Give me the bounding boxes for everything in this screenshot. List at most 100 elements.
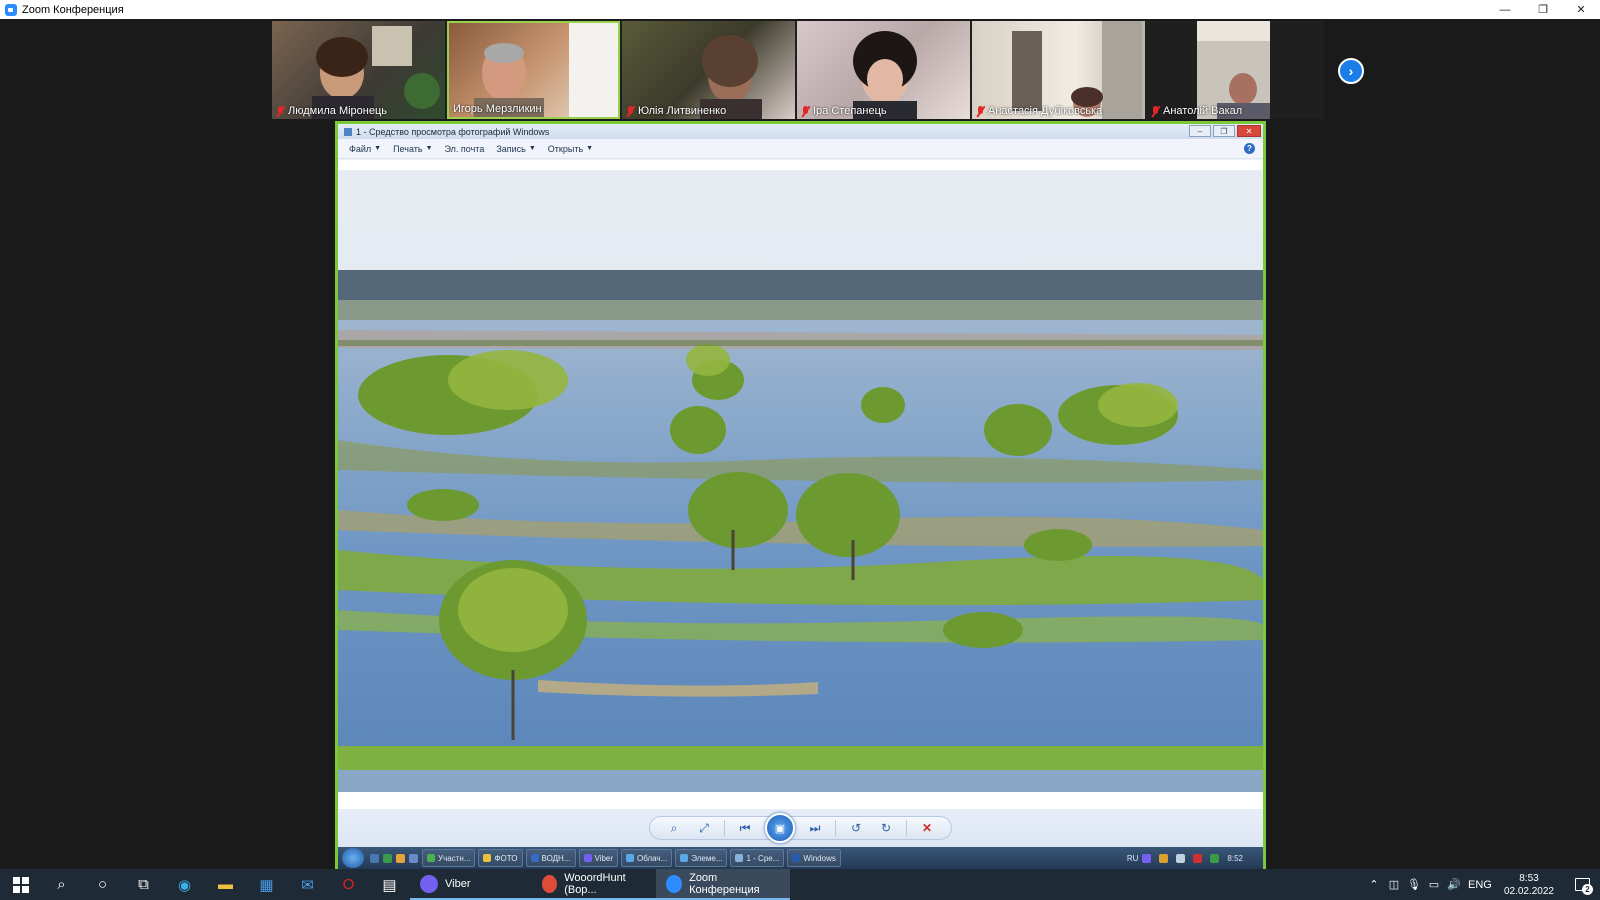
folder-icon bbox=[483, 854, 492, 862]
restore-button[interactable]: ❐ bbox=[1524, 0, 1562, 19]
participant-tile[interactable]: Анатолій Вакал bbox=[1147, 21, 1320, 119]
chevron-up-icon[interactable]: ⌃ bbox=[1364, 878, 1384, 891]
minimize-button[interactable]: — bbox=[1486, 0, 1524, 19]
edge-button[interactable]: ◉ bbox=[164, 869, 205, 900]
quicklaunch-icon[interactable] bbox=[396, 853, 405, 863]
document-icon bbox=[530, 854, 539, 862]
language-indicator[interactable]: ENG bbox=[1464, 879, 1496, 891]
window-controls: — ❐ ✕ bbox=[1486, 0, 1600, 19]
mic-muted-icon bbox=[1151, 105, 1160, 117]
photo-viewer-menu: Файл ▼ Печать ▼ Эл. почта Запись ▼ Открыть ▼… bbox=[338, 139, 1263, 159]
chrome-icon bbox=[542, 874, 558, 893]
shared-taskbar: Участн... ФОТО ВОДН... Viber Облач... Эл… bbox=[338, 847, 1263, 869]
participant-tile[interactable]: Анастасія Дубіковська bbox=[972, 21, 1145, 119]
network-tray-icon[interactable] bbox=[1210, 853, 1220, 863]
viewer-restore-button[interactable]: ❐ bbox=[1213, 125, 1235, 137]
notifications-button[interactable]: 2 bbox=[1564, 869, 1600, 900]
participant-tile[interactable]: Юлія Литвиненко bbox=[622, 21, 795, 119]
file-explorer-button[interactable]: ▬ bbox=[205, 869, 246, 900]
zoom-button[interactable]: ⌕ bbox=[664, 818, 684, 838]
shared-tray: RU 8:52 bbox=[1127, 853, 1263, 863]
fit-window-icon: ⤢ bbox=[699, 820, 709, 835]
shared-task[interactable]: 1 - Сре... bbox=[730, 849, 785, 867]
shared-clock[interactable]: 8:52 bbox=[1227, 854, 1243, 863]
shared-task[interactable]: Viber bbox=[578, 849, 619, 867]
participant-name: Игорь Мерзликин bbox=[453, 103, 542, 115]
microphone-icon[interactable]: 🎙 bbox=[1404, 878, 1424, 891]
system-tray: ⌃ ◫ 🎙 ▭ 🔊 ENG 8:53 02.02.2022 2 bbox=[1364, 869, 1600, 900]
quicklaunch-icon[interactable] bbox=[370, 853, 379, 863]
photo-viewer-controls: ⌕ ⤢ ⏮ ▣ ⏭ ↺ ↻ ✕ bbox=[338, 809, 1263, 847]
menu-email[interactable]: Эл. почта bbox=[440, 142, 490, 156]
start-button[interactable] bbox=[0, 869, 41, 900]
mic-muted-icon bbox=[626, 105, 635, 117]
shared-task-label: Участн... bbox=[438, 853, 471, 863]
mic-muted-icon bbox=[976, 105, 985, 117]
mail-icon: ✉ bbox=[301, 876, 314, 894]
flag-tray-icon[interactable] bbox=[1193, 853, 1203, 863]
shared-task-label: ВОДН... bbox=[541, 853, 571, 863]
task-view-button[interactable]: ⧉ bbox=[123, 869, 164, 900]
volume-icon[interactable]: 🔊 bbox=[1444, 878, 1464, 891]
viber-tray-icon[interactable] bbox=[1142, 853, 1152, 863]
participant-tile[interactable]: Людмила Міронець bbox=[272, 21, 445, 119]
clock-time: 8:53 bbox=[1519, 872, 1539, 884]
cortana-button[interactable]: ○ bbox=[82, 869, 123, 900]
cloud-icon bbox=[680, 854, 689, 862]
menu-file[interactable]: Файл ▼ bbox=[344, 142, 386, 156]
menu-label: Запись bbox=[496, 143, 526, 154]
quicklaunch-icon[interactable] bbox=[409, 853, 418, 863]
participant-tile[interactable]: Іра Степанець bbox=[797, 21, 970, 119]
rotate-right-button[interactable]: ↻ bbox=[876, 818, 896, 838]
cortana-icon: ○ bbox=[97, 876, 108, 893]
shared-task[interactable]: Участн... bbox=[422, 849, 476, 867]
store-button[interactable]: ▦ bbox=[246, 869, 287, 900]
next-button[interactable]: ⏭ bbox=[805, 818, 825, 838]
delete-button[interactable]: ✕ bbox=[917, 818, 937, 838]
shared-task[interactable]: ВОДН... bbox=[525, 849, 576, 867]
close-button[interactable]: ✕ bbox=[1562, 0, 1600, 19]
quicklaunch-icon[interactable] bbox=[383, 853, 392, 863]
camera-icon[interactable]: ◫ bbox=[1384, 878, 1404, 891]
shared-task-label: Windows bbox=[803, 853, 836, 863]
participant-name: Іра Степанець bbox=[813, 105, 887, 117]
shared-task[interactable]: ФОТО bbox=[478, 849, 523, 867]
participant-name-row: Анастасія Дубіковська bbox=[976, 105, 1102, 117]
menu-print[interactable]: Печать ▼ bbox=[388, 142, 437, 156]
chevron-right-icon: › bbox=[1348, 63, 1354, 79]
menu-label: Печать bbox=[393, 143, 423, 154]
shared-task-label: 1 - Сре... bbox=[746, 853, 780, 863]
help-icon[interactable]: ? bbox=[1244, 143, 1255, 154]
menu-burn[interactable]: Запись ▼ bbox=[491, 142, 540, 156]
warning-tray-icon[interactable] bbox=[1159, 853, 1169, 863]
zoom-titlebar: Zoom Конференция — ❐ ✕ bbox=[0, 0, 1600, 19]
shared-start-button[interactable] bbox=[342, 848, 364, 868]
search-button[interactable]: ⌕ bbox=[41, 869, 82, 900]
previous-button[interactable]: ⏮ bbox=[735, 818, 755, 838]
shared-task[interactable]: Windows bbox=[787, 849, 841, 867]
mail-button[interactable]: ✉ bbox=[287, 869, 328, 900]
shared-language-indicator[interactable]: RU bbox=[1127, 854, 1139, 863]
taskbar-app-label: Viber bbox=[445, 877, 471, 890]
participant-tile-active[interactable]: Игорь Мерзликин bbox=[447, 21, 620, 119]
viewer-close-button[interactable]: ✕ bbox=[1237, 125, 1261, 137]
calculator-button[interactable]: ▤ bbox=[369, 869, 410, 900]
next-page-button[interactable]: › bbox=[1338, 58, 1364, 84]
taskbar-app-zoom[interactable]: Zoom Конференция bbox=[656, 869, 790, 900]
network-icon[interactable]: ▭ bbox=[1424, 878, 1444, 891]
folder-icon: ▬ bbox=[218, 876, 233, 893]
menu-open[interactable]: Открыть ▼ bbox=[543, 142, 598, 156]
slideshow-button[interactable]: ▣ bbox=[765, 813, 795, 843]
actual-size-button[interactable]: ⤢ bbox=[694, 818, 714, 838]
taskbar-app-viber[interactable]: Viber bbox=[410, 869, 532, 900]
shared-task-label: Облач... bbox=[637, 853, 668, 863]
volume-tray-icon[interactable] bbox=[1176, 853, 1186, 863]
viewer-minimize-button[interactable]: – bbox=[1189, 125, 1211, 137]
clock[interactable]: 8:53 02.02.2022 bbox=[1504, 872, 1554, 898]
shared-task[interactable]: Облач... bbox=[621, 849, 673, 867]
shared-task[interactable]: Элеме... bbox=[675, 849, 728, 867]
opera-button[interactable]: O bbox=[328, 869, 369, 900]
rotate-left-button[interactable]: ↺ bbox=[846, 818, 866, 838]
mic-muted-icon bbox=[801, 105, 810, 117]
taskbar-app-chrome[interactable]: WooordHunt (Вор... bbox=[532, 869, 656, 900]
